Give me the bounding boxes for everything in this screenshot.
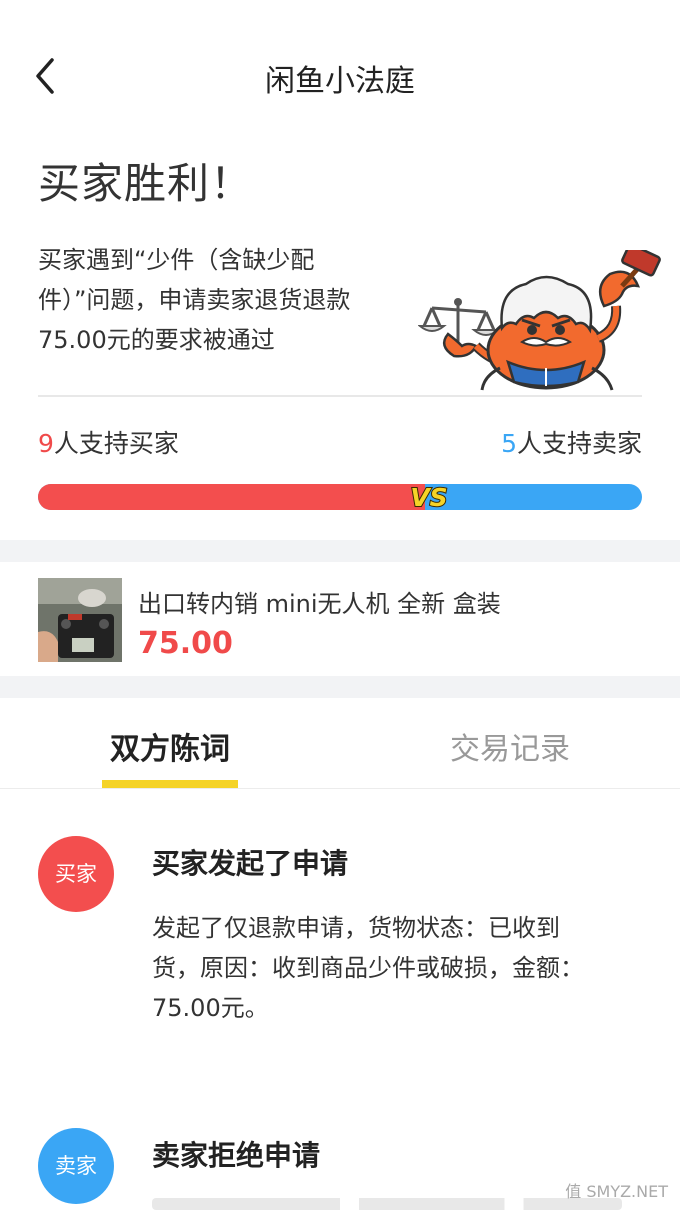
watermark: 值 SMYZ.NET (565, 1182, 668, 1201)
seller-avatar: 卖家 (38, 1128, 114, 1204)
page-title: 闲鱼小法庭 (265, 64, 415, 99)
active-tab-indicator (102, 780, 238, 788)
verdict-title: 买家胜利！ (38, 159, 254, 208)
buyer-support-count: 9人支持买家 (38, 424, 179, 460)
verdict-description: 买家遇到“少件（含缺少配 件）”问题，申请卖家退货退款 75.00元的要求被通过 (38, 240, 418, 360)
divider (0, 788, 680, 789)
seller-support-label: 人支持卖家 (516, 429, 642, 458)
buyer-support-fill (38, 484, 425, 510)
vs-label: VS (410, 483, 447, 512)
verdict-description-line: 75.00元的要求被通过 (38, 326, 275, 354)
verdict-description-line: 件）”问题，申请卖家退货退款 (38, 286, 351, 314)
event-body-line: 货，原因：收到商品少件或破损，金额： (152, 954, 584, 982)
seller-support-number: 5 (501, 429, 517, 458)
seller-support-count: 5人支持卖家 (501, 424, 642, 460)
buyer-avatar: 买家 (38, 836, 114, 912)
product-price: 75.00 (138, 626, 233, 661)
product-thumbnail[interactable] (38, 578, 122, 662)
tab-statements[interactable]: 双方陈词 (110, 724, 230, 768)
event-body: 发起了仅退款申请，货物状态：已收到 货，原因：收到商品少件或破损，金额： 75.… (152, 908, 622, 1028)
crab-judge-illustration (418, 250, 661, 391)
vs-badge: VS (409, 482, 448, 513)
divider (38, 395, 642, 397)
buyer-support-label: 人支持买家 (53, 429, 179, 458)
buyer-support-number: 9 (38, 429, 54, 458)
event-body-line: 发起了仅退款申请，货物状态：已收到 (152, 914, 560, 942)
support-ratio-bar (38, 484, 642, 510)
event-body-line: 75.00元。 (152, 994, 269, 1022)
event-title: 买家发起了申请 (152, 847, 349, 880)
event-title: 卖家拒绝申请 (152, 1139, 321, 1172)
product-name[interactable]: 出口转内销 mini无人机 全新 盒装 (138, 584, 501, 619)
section-gap (0, 540, 680, 562)
tab-transaction-records[interactable]: 交易记录 (450, 724, 570, 768)
event-body-partial (152, 1198, 622, 1210)
verdict-description-line: 买家遇到“少件（含缺少配 (38, 246, 315, 274)
section-gap (0, 676, 680, 698)
